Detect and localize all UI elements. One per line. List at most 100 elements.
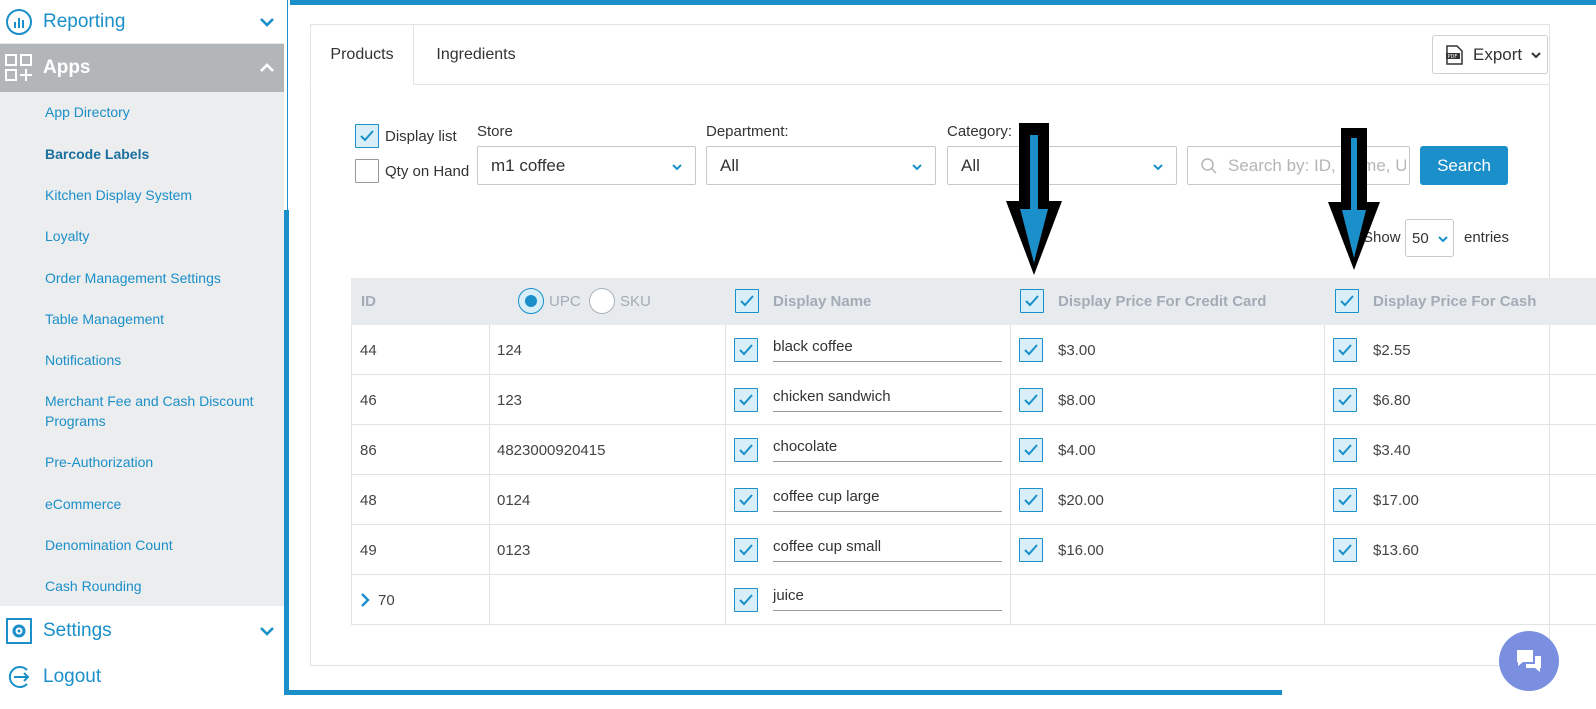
row-code: 124 — [497, 342, 523, 359]
sidebar: Reporting Apps App Directory Barcode Lab… — [0, 0, 284, 709]
annotation-arrow-icon — [1006, 123, 1062, 275]
chat-icon — [1517, 650, 1541, 672]
row-name-checkbox[interactable] — [734, 488, 758, 512]
row-name-checkbox[interactable] — [734, 388, 758, 412]
entries-select[interactable]: 50 — [1405, 219, 1454, 257]
display-name-input[interactable]: chicken sandwich — [773, 388, 1002, 412]
row-id: 48 — [360, 492, 377, 509]
check-icon — [1024, 494, 1038, 506]
chevron-down-icon — [912, 164, 922, 171]
pdf-icon: PDF — [1446, 45, 1463, 65]
row-credit-price: $8.00 — [1058, 392, 1096, 409]
department-select[interactable]: All — [706, 146, 936, 185]
row-credit-checkbox[interactable] — [1019, 488, 1043, 512]
entries-value: 50 — [1412, 230, 1429, 247]
display-name-header-checkbox[interactable] — [735, 289, 759, 313]
row-name-checkbox[interactable] — [734, 338, 758, 362]
check-icon — [739, 594, 753, 606]
check-icon — [740, 295, 754, 307]
sidebar-item-barcode-labels[interactable]: Barcode Labels — [45, 144, 275, 164]
table-row: 70 juice — [352, 575, 1596, 625]
display-name-input[interactable]: coffee cup large — [773, 488, 1002, 512]
sidebar-item-cash-rounding[interactable]: Cash Rounding — [45, 576, 275, 596]
frame-line-bottom — [284, 690, 1282, 695]
row-name-checkbox[interactable] — [734, 438, 758, 462]
category-value: All — [961, 156, 980, 175]
row-cash-price: $6.80 — [1373, 392, 1411, 409]
apps-icon — [5, 54, 33, 82]
cash-header-checkbox[interactable] — [1335, 289, 1359, 313]
check-icon — [1338, 494, 1352, 506]
display-name-input[interactable]: coffee cup small — [773, 538, 1002, 562]
row-cash-checkbox[interactable] — [1333, 338, 1357, 362]
sidebar-item-pre-authorization[interactable]: Pre-Authorization — [45, 452, 275, 472]
chevron-down-icon — [260, 17, 274, 27]
nav-apps[interactable]: Apps — [0, 44, 284, 92]
row-cash-checkbox[interactable] — [1333, 388, 1357, 412]
chevron-right-icon[interactable] — [360, 593, 370, 607]
category-label: Category: — [947, 123, 1013, 140]
chevron-down-icon — [1153, 164, 1163, 171]
row-cash-price: $17.00 — [1373, 492, 1419, 509]
chevron-down-icon — [260, 627, 274, 636]
sidebar-item-notifications[interactable]: Notifications — [45, 350, 275, 370]
export-button[interactable]: PDF Export — [1432, 35, 1548, 74]
nav-logout[interactable]: Logout — [0, 654, 284, 700]
nav-settings[interactable]: Settings — [0, 608, 284, 654]
row-id: 46 — [360, 392, 377, 409]
store-value: m1 coffee — [491, 156, 566, 175]
tab-ingredients[interactable]: Ingredients — [414, 24, 538, 85]
logout-icon — [5, 663, 33, 691]
header-id: ID — [361, 293, 376, 310]
sidebar-item-merchant-fee[interactable]: Merchant Fee and Cash Discount Programs — [45, 391, 275, 431]
sku-radio[interactable] — [589, 288, 615, 314]
credit-header-checkbox[interactable] — [1020, 289, 1044, 313]
qty-on-hand-label: Qty on Hand — [385, 163, 470, 180]
row-name-checkbox[interactable] — [734, 588, 758, 612]
gear-icon — [5, 617, 33, 645]
row-cash-checkbox[interactable] — [1333, 438, 1357, 462]
sidebar-item-denomination-count[interactable]: Denomination Count — [45, 535, 275, 555]
check-icon — [1338, 444, 1352, 456]
nav-reporting[interactable]: Reporting — [0, 0, 284, 44]
store-label: Store — [477, 123, 513, 140]
row-credit-checkbox[interactable] — [1019, 338, 1043, 362]
sidebar-item-order-management-settings[interactable]: Order Management Settings — [45, 268, 275, 288]
sidebar-item-kitchen-display-system[interactable]: Kitchen Display System — [45, 185, 275, 205]
row-code: 0123 — [497, 542, 531, 559]
upc-radio[interactable] — [518, 288, 544, 314]
chat-button[interactable] — [1499, 631, 1559, 691]
display-name-input[interactable]: juice — [773, 587, 1002, 611]
row-cash-price: $2.55 — [1373, 342, 1411, 359]
chevron-down-icon — [672, 164, 682, 171]
header-display-name: Display Name — [773, 293, 872, 310]
search-button[interactable]: Search — [1420, 146, 1508, 185]
department-label: Department: — [706, 123, 789, 140]
sidebar-item-loyalty[interactable]: Loyalty — [45, 226, 275, 246]
display-name-input[interactable]: black coffee — [773, 338, 1002, 362]
row-credit-checkbox[interactable] — [1019, 438, 1043, 462]
display-list-checkbox[interactable] — [355, 124, 379, 148]
table-row: 49 0123 coffee cup small $16.00 $13.60 — [352, 525, 1596, 575]
chevron-up-icon — [260, 63, 274, 72]
row-credit-checkbox[interactable] — [1019, 388, 1043, 412]
row-name-checkbox[interactable] — [734, 538, 758, 562]
store-select[interactable]: m1 coffee — [477, 146, 696, 185]
check-icon — [1024, 344, 1038, 356]
row-credit-price: $20.00 — [1058, 492, 1104, 509]
row-credit-price: $3.00 — [1058, 342, 1096, 359]
row-id: 44 — [360, 342, 377, 359]
tab-products[interactable]: Products — [310, 24, 414, 85]
sidebar-item-app-directory[interactable]: App Directory — [45, 102, 275, 122]
row-cash-checkbox[interactable] — [1333, 488, 1357, 512]
row-cash-checkbox[interactable] — [1333, 538, 1357, 562]
export-label: Export — [1473, 45, 1523, 64]
qty-on-hand-checkbox[interactable] — [355, 159, 379, 183]
sku-label: SKU — [620, 293, 651, 310]
check-icon — [739, 344, 753, 356]
row-cash-price: $3.40 — [1373, 442, 1411, 459]
sidebar-item-ecommerce[interactable]: eCommerce — [45, 494, 275, 514]
row-credit-checkbox[interactable] — [1019, 538, 1043, 562]
sidebar-item-table-management[interactable]: Table Management — [45, 309, 275, 329]
display-name-input[interactable]: chocolate — [773, 438, 1002, 462]
